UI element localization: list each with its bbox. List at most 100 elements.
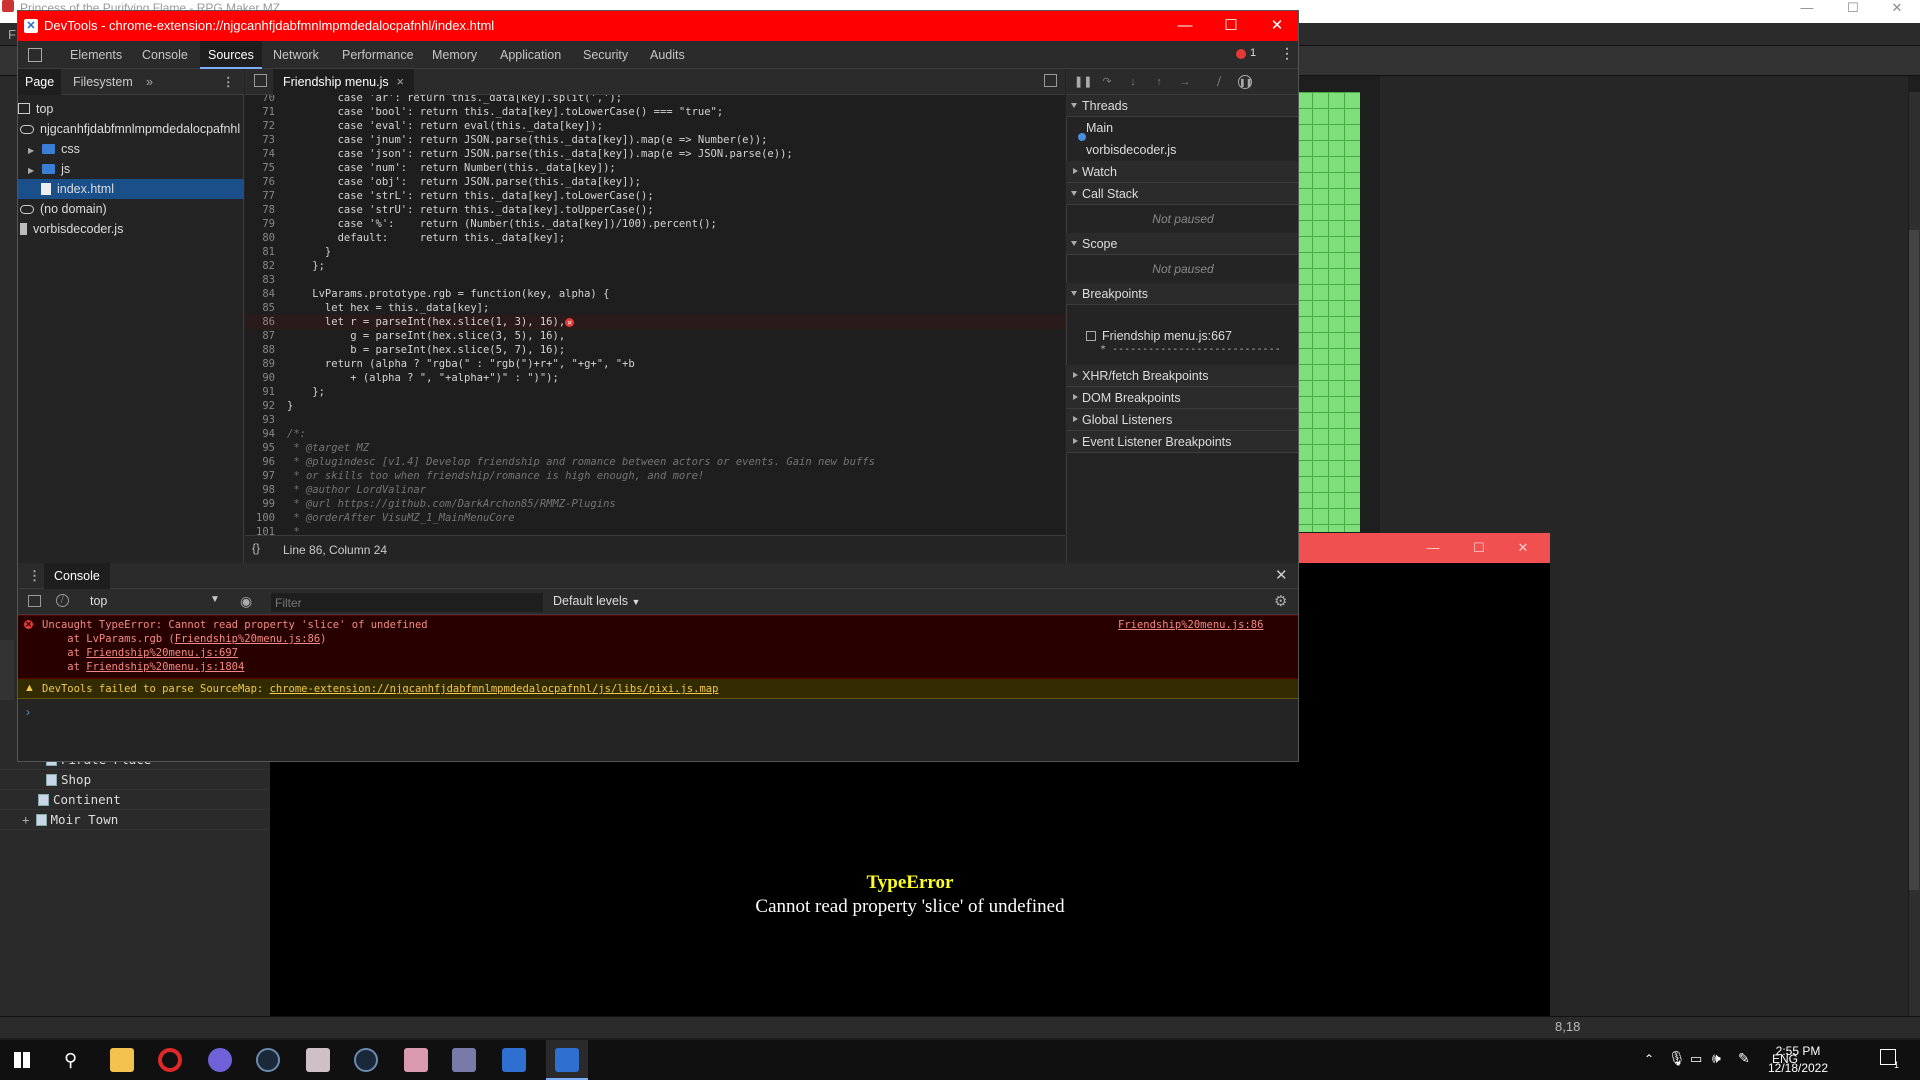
line-number[interactable]: 80 bbox=[245, 231, 275, 245]
pause-icon[interactable]: ❚❚ bbox=[1074, 75, 1092, 89]
code-line-error[interactable]: 86 let r = parseInt(hex.slice(1, 3), 16)… bbox=[245, 315, 1065, 329]
error-count[interactable]: 1 bbox=[1250, 47, 1256, 59]
line-number[interactable]: 79 bbox=[245, 217, 275, 231]
clock[interactable]: 2:55 PM 12/18/2022 bbox=[1766, 1043, 1830, 1077]
console-prompt[interactable]: › bbox=[26, 705, 30, 719]
anime-app-icon[interactable] bbox=[404, 1048, 428, 1072]
line-number[interactable]: 97 bbox=[245, 469, 275, 483]
step-icon[interactable]: → bbox=[1178, 75, 1192, 89]
code-line[interactable]: 76 case 'obj': return JSON.parse(this._d… bbox=[245, 175, 1065, 189]
editor-file-tab[interactable]: Friendship menu.js × bbox=[273, 69, 414, 95]
line-number[interactable]: 95 bbox=[245, 441, 275, 455]
toggle-navigator-icon[interactable] bbox=[254, 74, 267, 87]
devtools-icon[interactable] bbox=[555, 1048, 579, 1072]
expand-icon[interactable]: + bbox=[22, 812, 30, 827]
steam-icon[interactable] bbox=[354, 1048, 378, 1072]
line-number[interactable]: 81 bbox=[245, 245, 275, 259]
console-filter-input[interactable] bbox=[271, 593, 543, 612]
navigator-tab-page[interactable]: Page bbox=[18, 69, 62, 95]
line-number[interactable]: 73 bbox=[245, 133, 275, 147]
map-tree-item[interactable]: Shop bbox=[0, 770, 270, 790]
minimize-icon[interactable]: — bbox=[1784, 0, 1830, 16]
panel-splitter[interactable] bbox=[0, 640, 14, 700]
tab-application[interactable]: Application bbox=[500, 41, 561, 69]
discord-icon[interactable] bbox=[208, 1048, 232, 1072]
code-line[interactable]: 74 case 'json': return JSON.parse(this._… bbox=[245, 147, 1065, 161]
line-number[interactable]: 85 bbox=[245, 301, 275, 315]
line-number[interactable]: 71 bbox=[245, 105, 275, 119]
code-line[interactable]: 101 * bbox=[245, 525, 1065, 535]
code-line[interactable]: 99 * @url https://github.com/DarkArchon8… bbox=[245, 497, 1065, 511]
chevron-down-icon[interactable]: ▼ bbox=[210, 594, 220, 605]
line-number[interactable]: 93 bbox=[245, 413, 275, 427]
line-number[interactable]: 92 bbox=[245, 399, 275, 413]
nav-item-js[interactable]: ▶ js bbox=[18, 159, 244, 179]
line-number[interactable]: 90 bbox=[245, 371, 275, 385]
line-number[interactable]: 70 bbox=[245, 95, 275, 105]
opera-icon[interactable] bbox=[158, 1048, 182, 1072]
code-line[interactable]: 100 * @orderAfter VisuMZ_1_MainMenuCore bbox=[245, 511, 1065, 525]
line-number[interactable]: 83 bbox=[245, 273, 275, 287]
line-number[interactable]: 89 bbox=[245, 357, 275, 371]
tab-performance[interactable]: Performance bbox=[342, 41, 414, 69]
windows-start-icon[interactable] bbox=[14, 1052, 30, 1068]
breakpoints-section[interactable]: Breakpoints bbox=[1066, 283, 1298, 305]
nav-item-css[interactable]: ▶ css bbox=[18, 139, 244, 159]
drawer-tab-console[interactable]: Console bbox=[44, 563, 110, 589]
call-stack-section[interactable]: Call Stack bbox=[1066, 183, 1298, 205]
threads-section[interactable]: Threads bbox=[1066, 95, 1298, 117]
nav-item-index-html[interactable]: index.html bbox=[18, 179, 244, 199]
line-number[interactable]: 87 bbox=[245, 329, 275, 343]
line-number[interactable]: 75 bbox=[245, 161, 275, 175]
step-into-icon[interactable]: ↓ bbox=[1126, 75, 1140, 89]
more-tabs-icon[interactable]: » bbox=[146, 69, 153, 95]
volume-icon[interactable]: 🕪 bbox=[1712, 1050, 1721, 1067]
drawer-menu-icon[interactable]: ⋮ bbox=[28, 568, 41, 584]
tab-elements[interactable]: Elements bbox=[70, 41, 122, 69]
tab-console[interactable]: Console bbox=[142, 41, 188, 69]
clear-console-icon[interactable]: ⧸ bbox=[56, 594, 69, 607]
devtools-titlebar[interactable]: DevTools - chrome-extension://njgcanhfjd… bbox=[18, 11, 1298, 41]
tab-security[interactable]: Security bbox=[583, 41, 628, 69]
navigator-menu-icon[interactable]: ⋮ bbox=[222, 69, 235, 95]
code-line[interactable]: 77 case 'strL': return this._data[key].t… bbox=[245, 189, 1065, 203]
deactivate-breakpoints-icon[interactable]: ⧸ bbox=[1212, 75, 1226, 89]
file-explorer-icon[interactable] bbox=[110, 1048, 134, 1072]
gear-icon[interactable]: ⚙ bbox=[1274, 592, 1287, 610]
nav-item-vorbisdecoder[interactable]: vorbisdecoder.js bbox=[18, 219, 244, 239]
error-source-link[interactable]: Friendship%20menu.js:86 bbox=[1118, 618, 1263, 632]
tab-audits[interactable]: Audits bbox=[650, 41, 685, 69]
pause-on-exceptions-icon[interactable]: ❚❚ bbox=[1238, 75, 1252, 89]
sourcemap-link[interactable]: chrome-extension://njgcanhfjdabfmnlmpmde… bbox=[270, 683, 719, 695]
code-line[interactable]: 79 case '%': return (Number(this._data[k… bbox=[245, 217, 1065, 231]
global-listeners-section[interactable]: Global Listeners bbox=[1066, 409, 1298, 431]
close-icon[interactable]: ✕ bbox=[1874, 0, 1920, 16]
stack-frame-link[interactable]: Friendship%20menu.js:1804 bbox=[86, 661, 244, 673]
map-tree-item[interactable]: Continent bbox=[0, 790, 270, 810]
line-number[interactable]: 100 bbox=[245, 511, 275, 525]
line-number[interactable]: 94 bbox=[245, 427, 275, 441]
code-line[interactable]: 81 } bbox=[245, 245, 1065, 259]
expand-arrow-icon[interactable]: ▶ bbox=[28, 146, 34, 155]
line-number[interactable]: 98 bbox=[245, 483, 275, 497]
code-line[interactable]: 71 case 'bool': return this._data[key].t… bbox=[245, 105, 1065, 119]
maximize-icon[interactable]: ☐ bbox=[1208, 11, 1254, 41]
xhr-breakpoints-section[interactable]: XHR/fetch Breakpoints bbox=[1066, 365, 1298, 387]
step-over-icon[interactable]: ↷ bbox=[1100, 75, 1114, 89]
inspect-element-icon[interactable] bbox=[28, 48, 42, 62]
code-line[interactable]: 89 return (alpha ? "rgba(" : "rgb(")+r+"… bbox=[245, 357, 1065, 371]
pretty-print-icon[interactable]: {} bbox=[252, 541, 260, 555]
nav-item-extension[interactable]: njgcanhfjdabfmnlmpmdedalocpafnhl bbox=[18, 119, 244, 139]
maximize-icon[interactable]: ☐ bbox=[1830, 0, 1876, 16]
stack-frame-link[interactable]: Friendship%20menu.js:697 bbox=[86, 647, 238, 659]
line-number[interactable]: 77 bbox=[245, 189, 275, 203]
close-icon[interactable]: ✕ bbox=[1254, 11, 1298, 41]
expand-arrow-icon[interactable]: ▶ bbox=[28, 166, 34, 175]
tab-sources[interactable]: Sources bbox=[200, 41, 262, 69]
close-icon[interactable]: ✕ bbox=[1500, 540, 1546, 556]
steam-icon[interactable] bbox=[256, 1048, 280, 1072]
step-out-icon[interactable]: ↑ bbox=[1152, 75, 1166, 89]
game-icon[interactable] bbox=[452, 1048, 476, 1072]
line-number[interactable]: 76 bbox=[245, 175, 275, 189]
line-number[interactable]: 72 bbox=[245, 119, 275, 133]
